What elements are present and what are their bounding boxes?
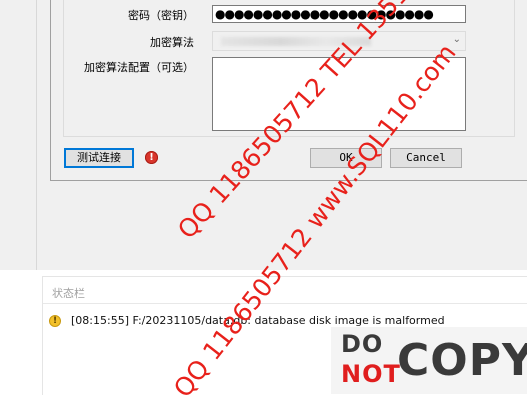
config-label: 加密算法配置（可选） (84, 61, 194, 74)
password-field[interactable]: ●●●●●●●●●●●●●●●●●●●●●●● (212, 5, 466, 23)
password-label: 密码（密钥） (128, 9, 194, 22)
cancel-button[interactable]: Cancel (390, 148, 462, 168)
left-panel-divider (36, 0, 37, 270)
test-connection-button[interactable]: 测试连接 (64, 148, 134, 168)
status-panel-title: 状态栏 (52, 287, 85, 300)
do-not-copy-logo: DO NOT COPY (331, 327, 527, 394)
warning-icon: ! (49, 315, 61, 327)
algorithm-label: 加密算法 (150, 36, 194, 49)
logo-not-text: NOT (341, 360, 401, 388)
chevron-down-icon[interactable]: ⌄ (453, 34, 461, 45)
connection-dialog: 密码（密钥） ●●●●●●●●●●●●●●●●●●●●●●● 加密算法 ⌄ 加密… (50, 0, 527, 181)
logo-do-text: DO (341, 330, 384, 358)
logo-copy-text: COPY (397, 335, 527, 386)
status-divider (43, 303, 527, 304)
error-icon: ! (145, 151, 158, 164)
